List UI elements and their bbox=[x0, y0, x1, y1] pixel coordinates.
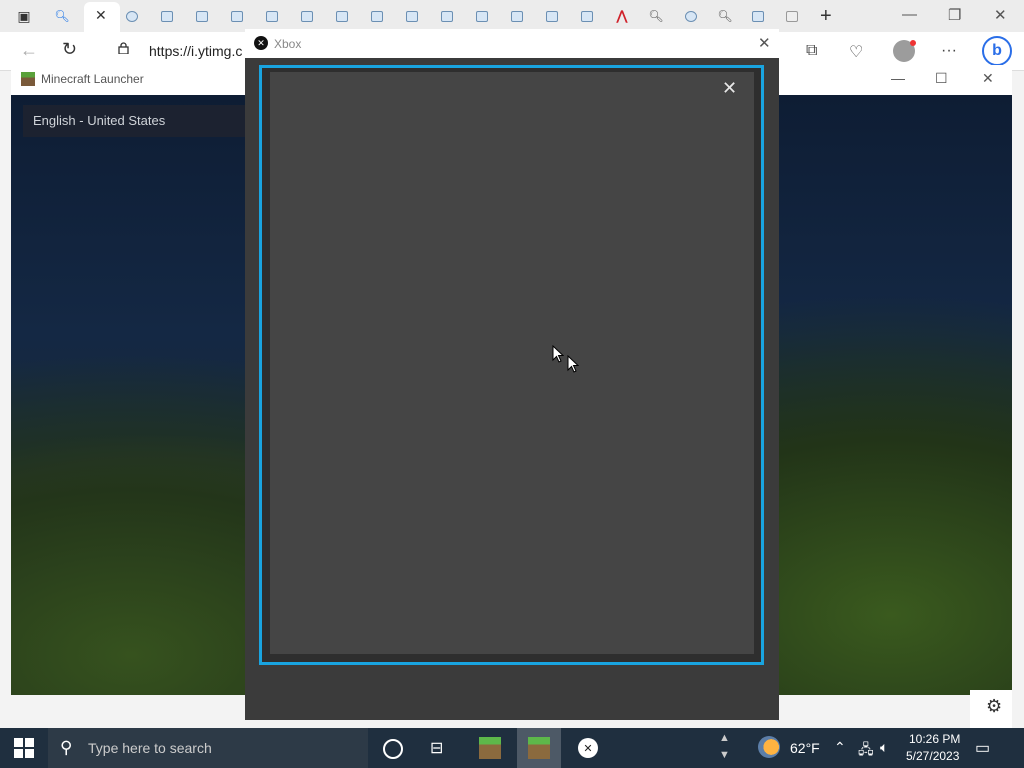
language-selector[interactable]: English - United States bbox=[23, 105, 263, 137]
settings-button[interactable]: ⚙ bbox=[970, 690, 1012, 728]
tab-icon-14[interactable] bbox=[750, 8, 766, 24]
minecraft-maximize-button[interactable]: ☐ bbox=[935, 70, 948, 87]
start-button[interactable] bbox=[14, 738, 34, 758]
tab-icon-9[interactable] bbox=[439, 8, 455, 24]
volume-icon[interactable]: 🔈︎ bbox=[880, 739, 888, 756]
xbox-icon: ✕ bbox=[578, 738, 598, 758]
profile-notification-dot bbox=[910, 40, 916, 46]
bing-icon[interactable]: b bbox=[982, 36, 1012, 66]
minecraft-grass-block-icon bbox=[479, 737, 501, 759]
tab-close-icon[interactable]: ✕ bbox=[95, 7, 107, 24]
tab-actions-icon[interactable]: ▣ bbox=[16, 8, 32, 24]
gear-icon: ⚙ bbox=[986, 696, 1003, 716]
network-icon[interactable]: 🖧︎ bbox=[858, 739, 874, 763]
search-placeholder: Type here to search bbox=[88, 740, 212, 756]
taskbar-app-xbox[interactable]: ✕ bbox=[566, 728, 610, 768]
tab-icon-5[interactable] bbox=[299, 8, 315, 24]
tab-icon-1[interactable] bbox=[159, 8, 175, 24]
tab-icon-2[interactable] bbox=[194, 8, 210, 24]
minecraft-minimize-button[interactable]: — bbox=[891, 70, 905, 86]
weather-icon[interactable] bbox=[758, 736, 780, 758]
new-tab-button[interactable]: + bbox=[820, 5, 832, 28]
browser-restore-button[interactable]: ❐ bbox=[948, 6, 961, 24]
browser-minimize-button[interactable]: — bbox=[902, 6, 917, 23]
taskbar-search-box[interactable]: ⚲ Type here to search bbox=[48, 728, 368, 768]
tab-icon-4[interactable] bbox=[264, 8, 280, 24]
tab-icon-6[interactable] bbox=[334, 8, 350, 24]
xbox-close-button[interactable]: ✕ bbox=[758, 34, 771, 52]
web-tab-icon[interactable] bbox=[124, 8, 140, 24]
lock-icon[interactable] bbox=[118, 42, 129, 54]
minecraft-close-button[interactable]: ✕ bbox=[982, 70, 994, 87]
tab-icon-10[interactable] bbox=[474, 8, 490, 24]
notification-center-icon[interactable]: ▭ bbox=[975, 738, 990, 758]
back-button[interactable]: ← bbox=[20, 40, 38, 61]
tab-icon-15[interactable] bbox=[784, 8, 800, 24]
search-tab-icon[interactable]: 🔍︎ bbox=[54, 8, 70, 24]
more-menu-button[interactable]: ··· bbox=[941, 42, 957, 60]
temperature[interactable]: 62°F bbox=[790, 740, 820, 756]
tab-icon-3[interactable] bbox=[229, 8, 245, 24]
xbox-window-title: Xbox bbox=[274, 37, 302, 51]
clock-date[interactable]: 5/27/2023 bbox=[906, 749, 959, 763]
minecraft-launcher-icon bbox=[528, 737, 550, 759]
browser-tab-strip: ▣ 🔍︎ ✕ ⋀ 🔍︎ 🔍︎ + — ❐ ✕ bbox=[0, 0, 1024, 32]
tab-icon-13[interactable] bbox=[579, 8, 595, 24]
mouse-cursor-ghost-icon bbox=[567, 355, 579, 373]
address-bar[interactable]: https://i.ytimg.c bbox=[149, 43, 242, 59]
clock-time[interactable]: 10:26 PM bbox=[909, 732, 960, 746]
taskbar-app-minecraft-launcher[interactable] bbox=[517, 728, 561, 768]
search-icon: ⚲ bbox=[60, 738, 73, 757]
browser-close-button[interactable]: ✕ bbox=[994, 6, 1007, 24]
task-view-icon[interactable]: ⊟ bbox=[430, 738, 443, 758]
tab-icon-11[interactable] bbox=[509, 8, 525, 24]
tab-icon-7[interactable] bbox=[369, 8, 385, 24]
xbox-logo-icon: ✕ bbox=[254, 36, 268, 50]
tab-icon-12[interactable] bbox=[544, 8, 560, 24]
reload-button[interactable]: ↻ bbox=[62, 39, 77, 60]
cortana-icon[interactable] bbox=[383, 739, 403, 759]
tab-icon-8[interactable] bbox=[404, 8, 420, 24]
panel-close-button[interactable]: ✕ bbox=[722, 78, 737, 99]
collections-icon[interactable]: ⧉ bbox=[806, 42, 817, 60]
search-tab-icon-3[interactable]: 🔍︎ bbox=[717, 8, 733, 24]
show-hidden-icons-chevron-icon[interactable]: ⌃ bbox=[834, 739, 846, 756]
mouse-cursor-icon bbox=[552, 345, 564, 363]
minecraft-window-title: Minecraft Launcher bbox=[41, 72, 144, 86]
pdf-tab-icon[interactable]: ⋀ bbox=[614, 8, 630, 24]
xbox-signin-panel: ✕ bbox=[270, 72, 754, 654]
web-tab-icon-2[interactable] bbox=[683, 8, 699, 24]
xbox-signin-frame: ✕ bbox=[259, 65, 764, 665]
windows-taskbar: ⚲ Type here to search ⊟ ✕ ▲ ▼ 62°F ⌃ 🖧︎ 🔈… bbox=[0, 728, 1024, 768]
search-tab-icon-2[interactable]: 🔍︎ bbox=[648, 8, 664, 24]
performance-icon[interactable]: ♡ bbox=[849, 42, 863, 62]
taskbar-scroll-arrows-icon[interactable]: ▲ ▼ bbox=[719, 730, 730, 764]
xbox-titlebar: ✕ Xbox ✕ bbox=[245, 29, 779, 58]
minecraft-logo-icon bbox=[21, 72, 35, 86]
language-label: English - United States bbox=[33, 113, 166, 128]
xbox-window: ✕ Xbox ✕ ✕ bbox=[245, 29, 779, 720]
taskbar-app-minecraft[interactable] bbox=[468, 728, 512, 768]
